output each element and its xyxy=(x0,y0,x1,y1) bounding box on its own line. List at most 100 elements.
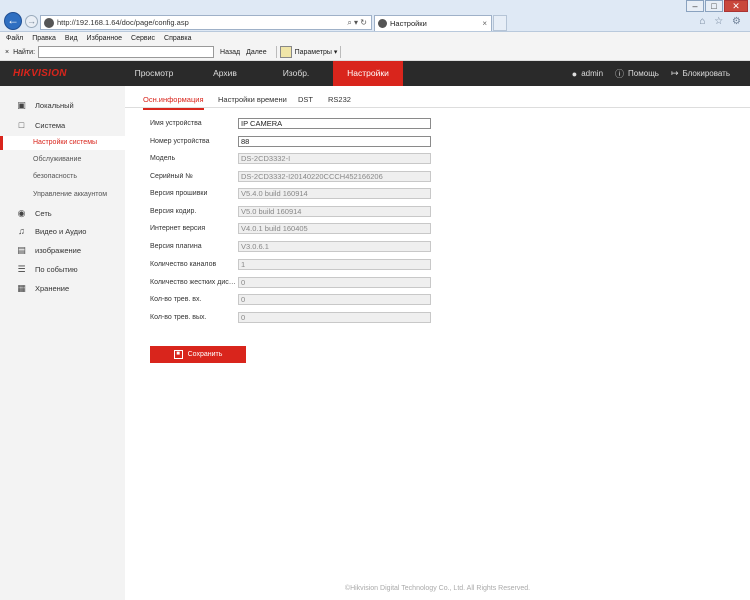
find-back-button[interactable]: Назад xyxy=(220,49,240,56)
back-arrow-icon[interactable]: ← xyxy=(4,12,22,30)
field-hdd-count: Количество жестких дисков 0 xyxy=(150,276,440,288)
menu-file[interactable]: Файл xyxy=(6,35,23,42)
device-name-input[interactable]: IP CAMERA xyxy=(238,117,431,129)
help-icon: ⓘ xyxy=(615,69,625,79)
user-icon: ● xyxy=(571,68,578,79)
logout-icon: ↦ xyxy=(670,68,679,78)
encoder-value: V5.0 build 160914 xyxy=(238,205,431,217)
sidebar-item-label: Видео и Аудио xyxy=(35,226,87,236)
storage-disk-icon: ▦ xyxy=(17,282,26,293)
globe-icon: ◉ xyxy=(17,207,26,218)
new-tab-button[interactable] xyxy=(493,15,507,31)
sidebar-item-label: Система xyxy=(35,120,66,130)
sidebar-item-label: Локальный xyxy=(35,100,74,110)
nav-picture[interactable]: Изобр. xyxy=(260,61,332,86)
sidebar-sub-user-management[interactable]: Управление аккаунтом xyxy=(0,188,125,202)
find-separator xyxy=(275,46,277,58)
nav-playback[interactable]: Архив xyxy=(190,61,260,86)
field-label: Кол-во трев. вх. xyxy=(150,295,202,303)
find-input[interactable] xyxy=(38,46,215,58)
sidebar-item-label: изображение xyxy=(35,245,82,255)
main-panel: Осн.информация Настройки времени DST RS2… xyxy=(125,86,750,600)
field-label: Модель xyxy=(150,154,176,162)
field-plugin-version: Версия плагина V3.0.6.1 xyxy=(150,240,440,252)
tab-title: Настройки xyxy=(390,19,427,28)
user-menu[interactable]: ● admin xyxy=(572,69,603,79)
menu-favorites[interactable]: Избранное xyxy=(87,35,122,42)
sidebar-item-network[interactable]: ◉ Сеть xyxy=(0,206,125,220)
address-bar[interactable]: http://192.168.1.64/doc/page/config.asp … xyxy=(40,15,372,30)
header-user-area: ● admin ⓘ Помощь ↦ Блокировать xyxy=(560,61,730,86)
tab-rs232[interactable]: RS232 xyxy=(328,95,351,104)
serial-value: DS-2CD3332-I20140220CCCH452166206 xyxy=(238,170,431,182)
tab-time-settings[interactable]: Настройки времени xyxy=(218,95,287,104)
hdd-count-value: 0 xyxy=(238,276,431,288)
field-label: Кол-во трев. вых. xyxy=(150,313,207,321)
field-label: Серийный № xyxy=(150,172,193,180)
field-label: Версия кодир. xyxy=(150,207,197,215)
close-window-button[interactable]: ✕ xyxy=(724,0,748,12)
sidebar-item-local[interactable]: ▣ Локальный xyxy=(0,98,125,112)
save-floppy-icon: ■ xyxy=(173,350,183,359)
app-header: HIKVISION Просмотр Архив Изобр. Настройк… xyxy=(0,61,750,86)
sidebar-item-event[interactable]: ☰ По событию xyxy=(0,262,125,276)
alarm-inputs-value: 0 xyxy=(238,293,431,305)
sidebar-item-label: Сеть xyxy=(35,208,52,218)
maximize-button[interactable]: □ xyxy=(705,0,723,12)
field-label: Количество каналов xyxy=(150,260,217,268)
device-number-input[interactable]: 88 xyxy=(238,135,431,147)
home-star-gear-icons[interactable]: ⌂ ☆ ⚙ xyxy=(699,16,744,27)
tab-favicon-icon xyxy=(378,19,387,28)
menu-edit[interactable]: Правка xyxy=(32,35,56,42)
field-device-number: Номер устройства 88 xyxy=(150,135,440,147)
menu-tools[interactable]: Сервис xyxy=(131,35,155,42)
sidebar-item-system[interactable]: □ Система xyxy=(0,118,125,132)
sidebar-sub-security[interactable]: безопасность xyxy=(0,170,125,184)
find-options-button[interactable]: Параметры ▾ xyxy=(279,46,337,58)
field-web-version: Интернет версия V4.0.1 build 160405 xyxy=(150,222,440,234)
model-value: DS-2CD3332-I xyxy=(238,152,431,164)
window-controls: – □ ✕ xyxy=(685,0,748,12)
field-label: Интернет версия xyxy=(150,224,206,232)
menu-view[interactable]: Вид xyxy=(65,35,78,42)
image-icon: ▤ xyxy=(17,244,26,255)
tab-dst[interactable]: DST xyxy=(298,95,313,104)
web-version-value: V4.0.1 build 160405 xyxy=(238,222,431,234)
address-url[interactable]: http://192.168.1.64/doc/page/config.asp xyxy=(57,18,347,27)
tab-basic-info[interactable]: Осн.информация xyxy=(143,95,204,110)
field-alarm-outputs: Кол-во трев. вых. 0 xyxy=(150,311,440,323)
monitor-icon: ▣ xyxy=(17,99,26,110)
options-pencil-icon xyxy=(279,46,292,58)
sidebar-sub-system-settings[interactable]: Настройки системы xyxy=(0,136,125,150)
save-button[interactable]: ■ Сохранить xyxy=(150,346,246,363)
sidebar-item-video-audio[interactable]: ♫ Видео и Аудио xyxy=(0,224,125,238)
find-close-icon[interactable]: × xyxy=(5,49,9,56)
system-box-icon: □ xyxy=(18,120,25,130)
minimize-button[interactable]: – xyxy=(686,0,704,12)
save-label: Сохранить xyxy=(187,351,223,358)
sidebar: ▣ Локальный □ Система Настройки системы … xyxy=(0,86,125,600)
field-label: Версия прошивки xyxy=(150,189,208,197)
logout-link[interactable]: ↦ Блокировать xyxy=(671,68,730,79)
username: admin xyxy=(581,69,604,78)
sidebar-sub-maintenance[interactable]: Обслуживание xyxy=(0,153,125,167)
sidebar-item-label: По событию xyxy=(35,264,78,274)
menu-help[interactable]: Справка xyxy=(164,35,191,42)
sidebar-item-image[interactable]: ▤ изображение xyxy=(0,243,125,257)
sidebar-item-storage[interactable]: ▦ Хранение xyxy=(0,281,125,295)
field-model: Модель DS-2CD3332-I xyxy=(150,152,440,164)
field-label: Версия плагина xyxy=(150,242,202,250)
forward-arrow-icon[interactable]: → xyxy=(25,15,38,28)
nav-live-view[interactable]: Просмотр xyxy=(118,61,190,86)
help-link[interactable]: ⓘ Помощь xyxy=(615,67,659,80)
nav-configuration[interactable]: Настройки xyxy=(333,61,403,86)
field-device-name: Имя устройства IP CAMERA xyxy=(150,117,440,129)
tab-close-icon[interactable]: × xyxy=(482,19,487,28)
sidebar-item-label: Хранение xyxy=(35,283,70,293)
field-encoder: Версия кодир. V5.0 build 160914 xyxy=(150,205,440,217)
address-tools-icons[interactable]: ⌕ ▾ ↻ xyxy=(347,18,367,28)
config-tabs: Осн.информация Настройки времени DST RS2… xyxy=(125,86,750,110)
video-audio-icon: ♫ xyxy=(18,226,25,236)
browser-tab[interactable]: Настройки × xyxy=(374,15,492,31)
find-next-button[interactable]: Далее xyxy=(246,49,267,56)
